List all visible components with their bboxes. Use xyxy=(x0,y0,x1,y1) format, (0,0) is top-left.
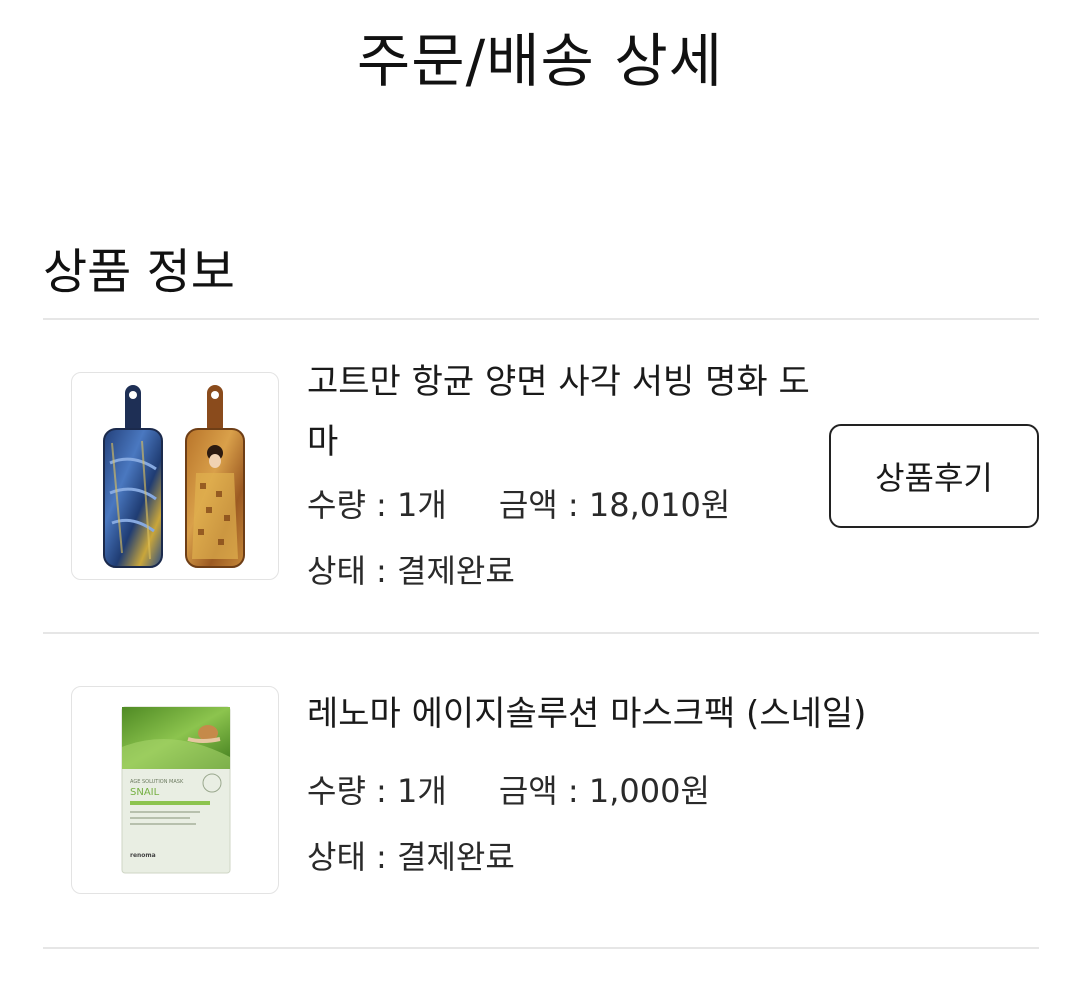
page-title: 주문/배송 상세 xyxy=(356,27,724,95)
price-label: 금액 : xyxy=(498,772,589,810)
price-value: 18,010원 xyxy=(588,486,731,524)
mask-line1-text: AGE SOLUTION MASK xyxy=(130,779,184,785)
product-info: 레노마 에이지솔루션 마스크팩 (스네일) 수량 : 1개 금액 : 1,000원… xyxy=(307,684,947,890)
product-item: 고트만 항균 양면 사각 서빙 명화 도마 수량 : 1개 금액 : 18,010… xyxy=(43,352,1039,612)
price-value: 1,000원 xyxy=(588,772,710,810)
quantity-value: 1개 xyxy=(397,772,447,810)
mask-line2-text: SNAIL xyxy=(130,787,160,798)
quantity-label: 수량 : xyxy=(307,486,398,524)
status-value: 결제완료 xyxy=(397,838,515,876)
product-name[interactable]: 고트만 항균 양면 사각 서빙 명화 도마 xyxy=(307,352,827,472)
quantity-value: 1개 xyxy=(397,486,447,524)
product-divider xyxy=(43,947,1039,949)
product-image[interactable]: AGE SOLUTION MASK SNAIL renoma xyxy=(71,686,279,894)
product-item: AGE SOLUTION MASK SNAIL renoma 레노마 에이지솔루… xyxy=(43,666,1039,926)
status-row: 상태 : 결제완료 xyxy=(307,538,827,604)
status-label: 상태 : xyxy=(307,838,398,876)
review-button[interactable]: 상품후기 xyxy=(829,424,1039,528)
status-row: 상태 : 결제완료 xyxy=(307,824,947,890)
quantity-label: 수량 : xyxy=(307,772,398,810)
mask-pack-image: AGE SOLUTION MASK SNAIL renoma xyxy=(121,706,231,874)
product-image[interactable] xyxy=(71,372,279,580)
price-label: 금액 : xyxy=(498,486,589,524)
status-value: 결제완료 xyxy=(397,552,515,590)
cutting-boards-image xyxy=(103,385,245,568)
section-divider xyxy=(43,318,1039,320)
section-title: 상품 정보 xyxy=(43,244,235,300)
product-divider xyxy=(43,632,1039,634)
quantity-price-row: 수량 : 1개 금액 : 18,010원 xyxy=(307,472,827,538)
quantity-price-row: 수량 : 1개 금액 : 1,000원 xyxy=(307,758,947,824)
status-label: 상태 : xyxy=(307,552,398,590)
product-info: 고트만 항균 양면 사각 서빙 명화 도마 수량 : 1개 금액 : 18,010… xyxy=(307,352,827,604)
product-name[interactable]: 레노마 에이지솔루션 마스크팩 (스네일) xyxy=(307,684,947,744)
mask-brand-text: renoma xyxy=(130,852,156,859)
